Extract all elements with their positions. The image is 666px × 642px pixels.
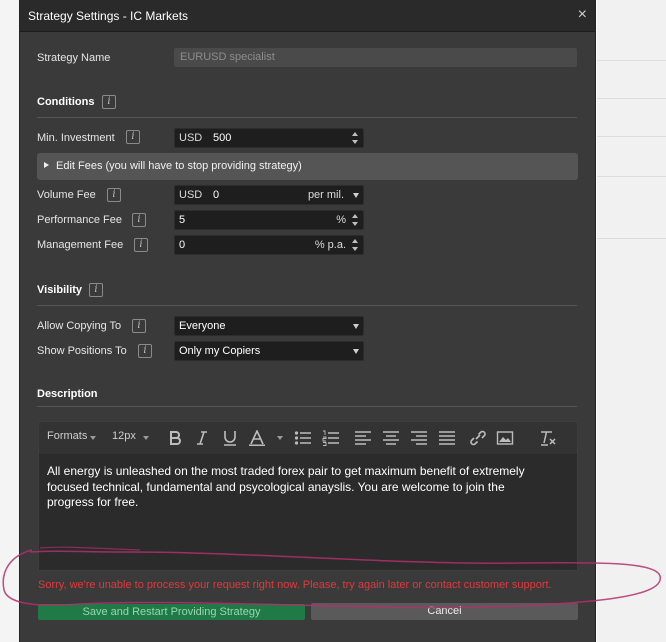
chevron-down-icon: [353, 349, 359, 354]
performance-fee-unit: %: [336, 214, 346, 226]
description-editor[interactable]: Formats 12px All energy is unleashed on …: [38, 421, 578, 571]
management-fee-unit: % p.a.: [314, 239, 346, 251]
allow-copying-value: Everyone: [179, 320, 226, 332]
underline-icon[interactable]: [221, 430, 239, 446]
font-size-dropdown[interactable]: 12px: [112, 430, 136, 442]
strategy-settings-dialog: Strategy Settings - IC Markets × Strateg…: [19, 0, 596, 642]
currency-label: USD: [179, 132, 203, 144]
justify-icon[interactable]: [438, 430, 456, 446]
info-icon[interactable]: i: [107, 188, 121, 202]
info-icon[interactable]: i: [138, 344, 152, 358]
chevron-down-icon: [143, 436, 149, 440]
info-icon[interactable]: i: [89, 283, 103, 297]
min-investment-value: 500: [213, 132, 232, 144]
volume-fee-value: 0: [213, 189, 220, 201]
currency-label: USD: [179, 189, 203, 201]
show-positions-value: Only my Copiers: [179, 345, 261, 357]
cancel-button[interactable]: Cancel: [311, 603, 578, 620]
description-text[interactable]: All energy is unleashed on the most trad…: [47, 464, 547, 511]
close-icon[interactable]: ×: [578, 6, 587, 24]
editor-toolbar: Formats 12px: [39, 422, 577, 455]
strategy-name-field: EURUSD specialist: [174, 48, 577, 67]
info-icon[interactable]: i: [132, 319, 146, 333]
expand-arrow-icon: [44, 162, 49, 168]
management-fee-value: 0: [179, 239, 186, 251]
error-message: Sorry, we're unable to process your requ…: [38, 579, 552, 591]
align-right-icon[interactable]: [410, 430, 428, 446]
dialog-title: Strategy Settings - IC Markets: [28, 9, 189, 23]
numbered-list-icon[interactable]: [322, 430, 340, 446]
link-icon[interactable]: [469, 430, 487, 446]
min-investment-input[interactable]: USD 500: [174, 128, 364, 148]
edit-fees-expander[interactable]: Edit Fees (you will have to stop providi…: [37, 153, 578, 180]
management-fee-input[interactable]: 0 % p.a.: [174, 235, 364, 255]
strategy-name-label: Strategy Name: [37, 52, 111, 64]
image-icon[interactable]: [496, 430, 514, 446]
allow-copying-label: Allow Copying To: [37, 320, 122, 332]
management-fee-label: Management Fee: [37, 239, 124, 251]
chevron-down-icon: [353, 193, 359, 198]
clear-format-icon[interactable]: [538, 430, 556, 446]
align-left-icon[interactable]: [354, 430, 372, 446]
save-restart-button[interactable]: Save and Restart Providing Strategy: [38, 604, 305, 620]
divider: [37, 305, 577, 306]
chevron-down-icon: [353, 324, 359, 329]
description-title: Description: [37, 388, 98, 400]
visibility-title: Visibility: [37, 284, 83, 296]
volume-fee-select[interactable]: USD 0 per mil.: [174, 185, 364, 205]
show-positions-select[interactable]: Only my Copiers: [174, 341, 364, 361]
background-page-right: [597, 0, 666, 642]
dialog-titlebar: Strategy Settings - IC Markets ×: [20, 0, 595, 32]
show-positions-label: Show Positions To: [37, 345, 127, 357]
bullet-list-icon[interactable]: [294, 430, 312, 446]
spinner-arrows-icon[interactable]: [352, 131, 360, 145]
chevron-down-icon: [90, 436, 96, 440]
background-page-left: [0, 0, 19, 642]
conditions-title: Conditions: [37, 96, 95, 108]
performance-fee-value: 5: [179, 214, 186, 226]
min-investment-label: Min. Investment: [37, 132, 115, 144]
chevron-down-icon[interactable]: [277, 436, 283, 440]
formats-dropdown[interactable]: Formats: [47, 430, 87, 442]
volume-fee-label: Volume Fee: [37, 189, 96, 201]
performance-fee-label: Performance Fee: [37, 214, 122, 226]
align-center-icon[interactable]: [382, 430, 400, 446]
spinner-arrows-icon[interactable]: [352, 238, 360, 252]
performance-fee-input[interactable]: 5 %: [174, 210, 364, 230]
bold-icon[interactable]: [166, 430, 184, 446]
strategy-name-value: EURUSD specialist: [180, 51, 275, 63]
edit-fees-label: Edit Fees (you will have to stop providi…: [56, 160, 302, 172]
volume-fee-unit: per mil.: [307, 189, 344, 201]
info-icon[interactable]: i: [134, 238, 148, 252]
divider: [37, 406, 577, 407]
allow-copying-select[interactable]: Everyone: [174, 316, 364, 336]
italic-icon[interactable]: [193, 430, 211, 446]
info-icon[interactable]: i: [102, 95, 116, 109]
font-color-icon[interactable]: [248, 430, 266, 446]
info-icon[interactable]: i: [132, 213, 146, 227]
info-icon[interactable]: i: [126, 130, 140, 144]
divider: [37, 117, 577, 118]
spinner-arrows-icon[interactable]: [352, 213, 360, 227]
